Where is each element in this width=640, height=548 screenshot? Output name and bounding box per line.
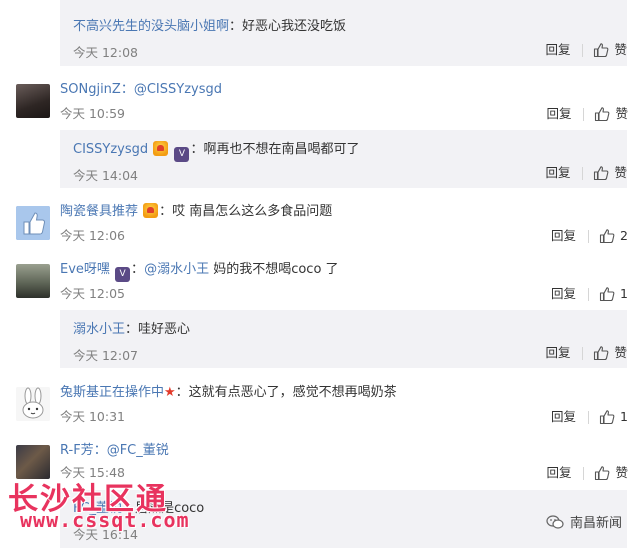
thumbs-up-icon — [594, 346, 609, 361]
user-name[interactable]: 不高兴先生的没头脑小姐啊 — [73, 19, 229, 34]
reply-button[interactable]: 回复 — [545, 345, 570, 361]
divider — [582, 43, 584, 57]
divider — [582, 166, 584, 180]
like-button[interactable]: 赞 — [593, 165, 627, 181]
like-button[interactable]: 赞 — [594, 106, 628, 122]
thumbs-up-icon — [594, 166, 609, 181]
divider — [588, 229, 590, 243]
avatar[interactable] — [16, 206, 50, 240]
comment-text: ：哎 南昌怎么这么多食品问题 — [159, 204, 333, 219]
user-name[interactable]: Eve呀嘿 — [60, 262, 110, 277]
reply-button[interactable]: 回复 — [551, 286, 576, 302]
comment-time: 今天 10:59 — [60, 106, 125, 121]
comment-item: 陶瓷餐具推荐 ：哎 南昌怎么这么多食品问题 今天 12:06 回复 2 — [0, 203, 640, 253]
like-button[interactable]: 赞 — [594, 465, 628, 481]
star-badge-icon: ★ — [164, 385, 176, 400]
like-button[interactable]: 1 — [599, 286, 628, 302]
divider — [583, 466, 585, 480]
comment-time: 今天 12:06 — [60, 228, 125, 243]
comment-time: 今天 12:08 — [73, 45, 138, 60]
reply-button[interactable]: 回复 — [546, 106, 571, 122]
thumbs-up-icon — [595, 466, 610, 481]
comment-text: 妈的我不想喝coco 了 — [209, 262, 339, 277]
thumbs-up-icon — [599, 287, 615, 302]
user-name[interactable]: 兔斯基正在操作中 — [60, 385, 164, 400]
comment-time: 今天 10:31 — [60, 409, 125, 424]
comment-actions: 回复 1 — [551, 286, 628, 302]
user-name[interactable]: 溺水小王 — [73, 322, 125, 337]
like-count: 2 — [620, 228, 628, 243]
reply-button[interactable]: 回复 — [546, 465, 571, 481]
comment-item: 兔斯基正在操作中★：这就有点恶心了，感觉不想再喝奶茶 今天 10:31 回复 1 — [0, 384, 640, 434]
reply-card: CISSYzysgd V ：啊再也不想在南昌喝都可了 今天 14:04 回复 赞 — [60, 130, 627, 188]
thumbs-up-icon — [599, 410, 615, 425]
like-label: 赞 — [614, 42, 627, 57]
comment-text: ：这就有点恶心了，感觉不想再喝奶茶 — [175, 385, 397, 400]
like-button[interactable]: 2 — [599, 228, 628, 244]
divider — [583, 107, 585, 121]
avatar[interactable] — [16, 84, 50, 118]
thumbs-up-avatar-icon — [16, 206, 50, 240]
comment-text: ：啊再也不想在南昌喝都可了 — [190, 142, 360, 157]
avatar[interactable] — [16, 387, 50, 421]
comment-actions: 回复 1 — [551, 409, 628, 425]
user-name[interactable]: R-F芳 — [60, 443, 94, 458]
rabbit-avatar-icon — [16, 387, 50, 421]
like-label: 赞 — [615, 106, 628, 121]
reply-button[interactable]: 回复 — [551, 228, 576, 244]
thumbs-up-icon — [594, 43, 609, 58]
comment-item: SONgjinZ：@CISSYzysgd 今天 10:59 回复 赞 — [0, 81, 640, 131]
divider — [588, 287, 590, 301]
like-button[interactable]: 赞 — [593, 345, 627, 361]
comment-time: 今天 14:04 — [73, 168, 138, 183]
member-badge-icon: V — [174, 147, 190, 162]
reply-button[interactable]: 回复 — [545, 165, 570, 181]
like-button[interactable]: 1 — [599, 409, 628, 425]
vip-badge-icon — [143, 203, 159, 218]
thumbs-up-icon — [599, 229, 615, 244]
watermark-url: www.cssqt.com — [20, 508, 190, 532]
like-label: 赞 — [615, 465, 628, 480]
reply-card: 溺水小王：哇好恶心 今天 12:07 回复 赞 — [60, 310, 627, 368]
comment-time: 今天 12:07 — [73, 348, 138, 363]
comment-actions: 回复 赞 — [546, 106, 628, 122]
like-count: 1 — [620, 409, 628, 424]
thumbs-up-icon — [595, 107, 610, 122]
like-button[interactable]: 赞 — [593, 42, 627, 58]
comment-actions: 回复 赞 — [545, 42, 627, 58]
like-label: 赞 — [614, 165, 627, 180]
user-name[interactable]: SONgjinZ — [60, 82, 121, 97]
member-badge-icon: V — [115, 267, 131, 282]
comment-actions: 回复 赞 — [545, 345, 627, 361]
comment-text: ：哇好恶心 — [125, 322, 191, 337]
wechat-icon — [546, 514, 564, 529]
divider — [588, 410, 590, 424]
source-label: 南昌新闻 — [546, 512, 622, 531]
comment-text-prefix: ： — [131, 262, 145, 277]
like-count: 1 — [620, 286, 628, 301]
user-name[interactable]: CISSYzysgd — [73, 142, 148, 157]
source-name: 南昌新闻 — [569, 516, 622, 531]
vip-badge-icon — [153, 141, 169, 156]
mention-link[interactable]: @溺水小王 — [144, 262, 209, 277]
comment-time: 今天 12:05 — [60, 286, 125, 301]
comment-actions: 回复 赞 — [545, 165, 627, 181]
comment-actions: 回复 2 — [551, 228, 628, 244]
user-name[interactable]: 陶瓷餐具推荐 — [60, 204, 138, 219]
reply-button[interactable]: 回复 — [545, 42, 570, 58]
comment-text[interactable]: ：@FC_董锐 — [94, 443, 169, 458]
comment-text: ：好恶心我还没吃饭 — [229, 19, 347, 34]
like-label: 赞 — [614, 345, 627, 360]
reply-button[interactable]: 回复 — [551, 409, 576, 425]
avatar[interactable] — [16, 264, 50, 298]
comment-text[interactable]: ：@CISSYzysgd — [121, 82, 222, 97]
divider — [582, 346, 584, 360]
reply-card: 不高兴先生的没头脑小姐啊：好恶心我还没吃饭 今天 12:08 回复 赞 — [60, 0, 627, 66]
comment-actions: 回复 赞 — [546, 465, 628, 481]
comment-item: Eve呀嘿 V ：@溺水小王 妈的我不想喝coco 了 今天 12:05 回复 1 — [0, 261, 640, 311]
